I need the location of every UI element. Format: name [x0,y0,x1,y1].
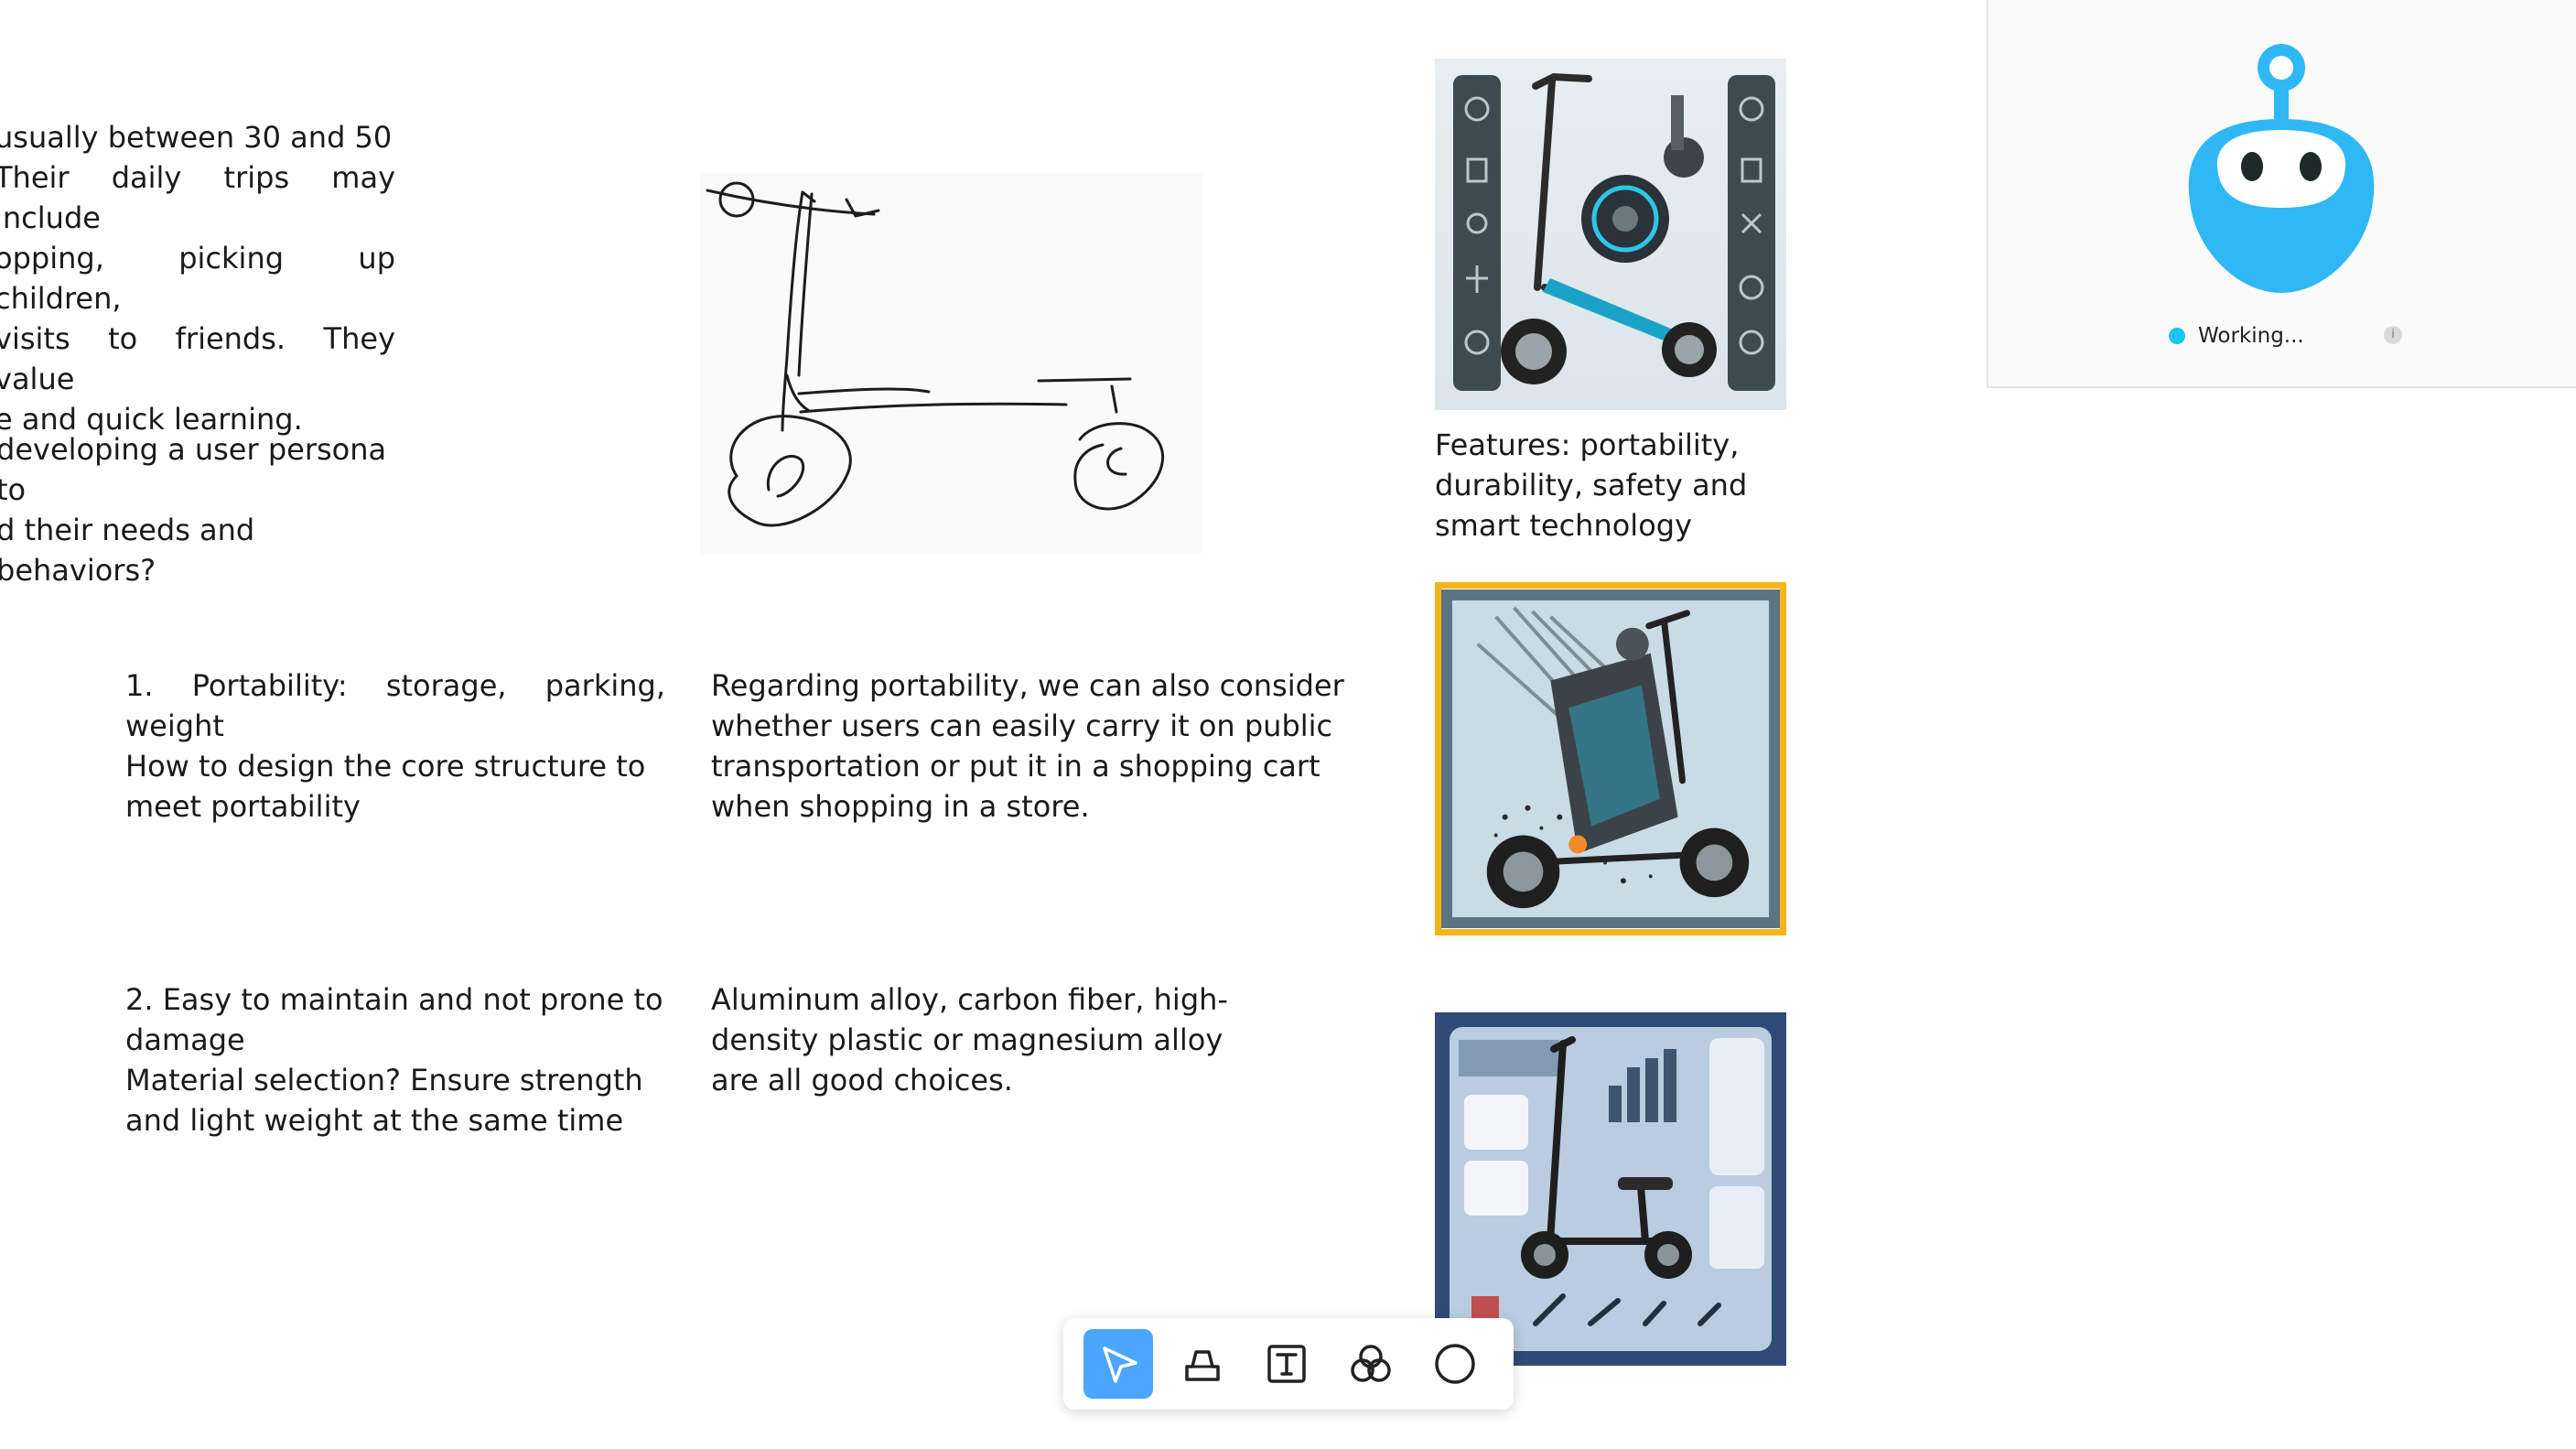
scooter-features-illustration [1435,59,1786,410]
status-indicator-icon [2169,328,2185,344]
select-arrow-icon [1103,1346,1137,1383]
ai-assistant-panel: Working... i [1987,0,2576,388]
shapes-icon [1351,1345,1391,1382]
persona-question-note[interactable]: developing a user persona to d their nee… [0,429,408,590]
materials-note[interactable]: Aluminum alloy, carbon fiber, high- dens… [711,979,1260,1100]
assistant-status: Working... [2169,322,2416,350]
text-tool-button[interactable] [1252,1329,1321,1399]
portability-detail-note[interactable]: Regarding portability, we can also consi… [711,665,1352,827]
text-tool-icon [1267,1345,1306,1383]
robot-icon [2188,44,2375,293]
eraser-tool-button[interactable] [1168,1329,1237,1399]
info-icon[interactable]: i [2384,326,2402,344]
scooter-features-image[interactable] [1435,59,1786,410]
circle-icon [1435,1344,1475,1384]
folding-scooter-image[interactable] [1435,582,1786,935]
eraser-icon [1185,1350,1220,1381]
persona-note[interactable]: usually between 30 and 50 Their daily tr… [0,117,395,439]
scooter-product-sheet-image[interactable] [1435,1012,1786,1366]
features-caption[interactable]: Features: portability, durability, safet… [1435,425,1786,546]
scooter-product-sheet-illustration [1435,1012,1786,1366]
scooter-sketch-drawing [700,174,1203,554]
scooter-sketch[interactable] [700,174,1203,554]
shapes-tool-button[interactable] [1336,1329,1406,1399]
portability-note[interactable]: 1. Portability: storage, parking, weight… [125,665,665,827]
circle-tool-button[interactable] [1420,1329,1490,1399]
drawing-toolbar [1063,1318,1514,1410]
folding-scooter-illustration [1441,589,1780,928]
whiteboard-canvas[interactable]: usually between 30 and 50 Their daily tr… [0,0,2576,1449]
maintenance-note[interactable]: 2. Easy to maintain and not prone to dam… [125,979,674,1141]
select-tool-button[interactable] [1083,1329,1153,1399]
assistant-status-text: Working... [2198,324,2304,348]
